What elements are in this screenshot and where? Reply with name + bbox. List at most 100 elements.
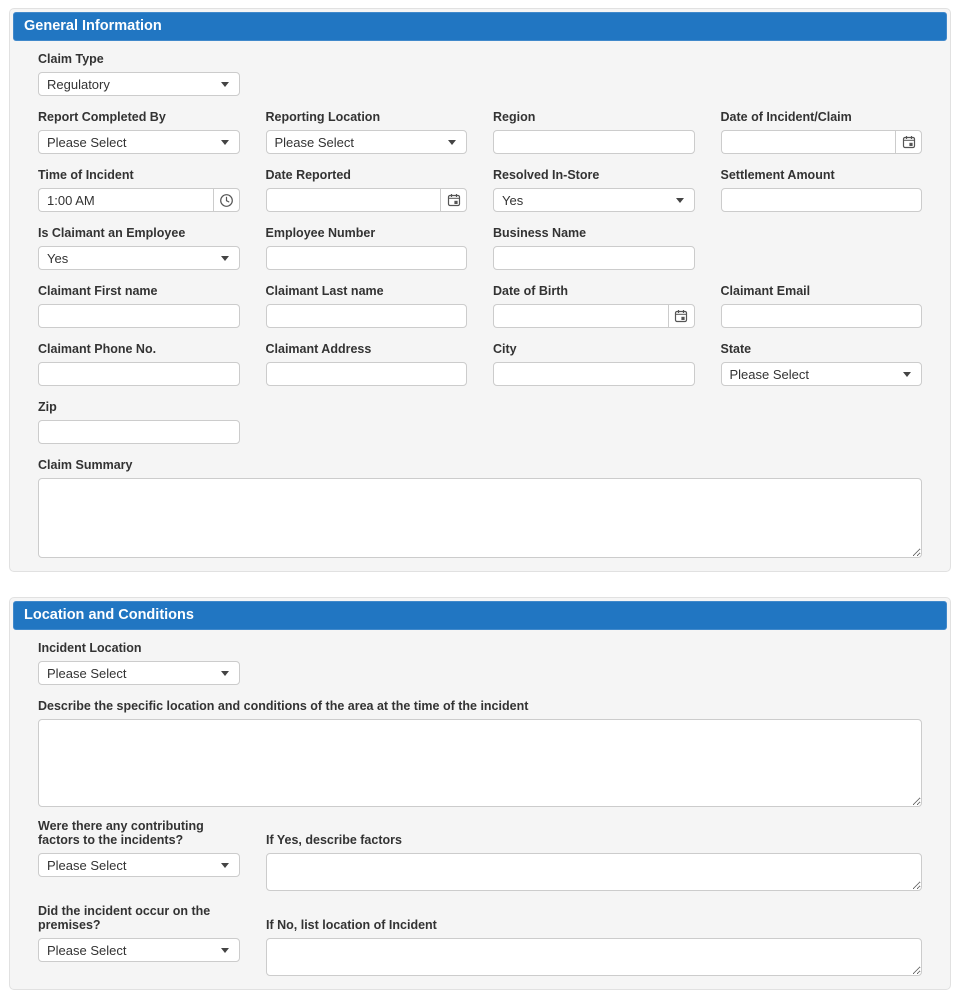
resolved-in-store-select-value: Yes: [502, 193, 523, 208]
field-report-completed-by: Report Completed By Please Select: [38, 108, 240, 154]
occur-on-premises-select[interactable]: Please Select: [38, 938, 240, 962]
employee-number-input[interactable]: [266, 246, 468, 270]
field-zip: Zip: [38, 398, 240, 444]
field-claim-type: Claim Type Regulatory: [38, 50, 240, 96]
field-claimant-last-name: Claimant Last name: [266, 282, 468, 328]
time-of-incident-clock-button[interactable]: [213, 188, 240, 212]
section-header-general: General Information: [13, 12, 947, 41]
is-claimant-employee-label: Is Claimant an Employee: [38, 226, 240, 240]
claimant-first-name-input[interactable]: [38, 304, 240, 328]
time-of-incident-label: Time of Incident: [38, 168, 240, 182]
occur-on-premises-label: Did the incident occur on the premises?: [38, 904, 240, 932]
general-panel-body: Claim Type Regulatory Report Completed B…: [13, 41, 947, 558]
state-select-value: Please Select: [730, 367, 810, 382]
resolved-in-store-select[interactable]: Yes: [493, 188, 695, 212]
is-claimant-employee-select[interactable]: Yes: [38, 246, 240, 270]
claimant-address-input[interactable]: [266, 362, 468, 386]
date-of-birth-calendar-button[interactable]: [668, 304, 695, 328]
is-claimant-employee-select-value: Yes: [47, 251, 68, 266]
zip-input[interactable]: [38, 420, 240, 444]
field-is-claimant-employee: Is Claimant an Employee Yes: [38, 224, 240, 270]
field-time-of-incident: Time of Incident: [38, 166, 240, 212]
field-incident-location: Incident Location Please Select: [38, 639, 240, 685]
claim-summary-label: Claim Summary: [38, 458, 922, 472]
field-date-of-birth: Date of Birth: [493, 282, 695, 328]
reporting-location-select-value: Please Select: [275, 135, 355, 150]
caret-down-icon: [221, 82, 229, 87]
caret-down-icon: [221, 256, 229, 261]
date-of-incident-calendar-button[interactable]: [895, 130, 922, 154]
if-no-location-textarea[interactable]: [266, 938, 922, 976]
describe-location-textarea[interactable]: [38, 719, 922, 807]
clock-icon: [219, 193, 234, 208]
city-label: City: [493, 342, 695, 356]
date-reported-input[interactable]: [266, 188, 441, 212]
claimant-first-name-label: Claimant First name: [38, 284, 240, 298]
claimant-email-input[interactable]: [721, 304, 923, 328]
business-name-input[interactable]: [493, 246, 695, 270]
resolved-in-store-label: Resolved In-Store: [493, 168, 695, 182]
claimant-email-label: Claimant Email: [721, 284, 923, 298]
field-reporting-location: Reporting Location Please Select: [266, 108, 468, 154]
claimant-last-name-label: Claimant Last name: [266, 284, 468, 298]
claimant-phone-label: Claimant Phone No.: [38, 342, 240, 356]
caret-down-icon: [221, 948, 229, 953]
employee-number-label: Employee Number: [266, 226, 468, 240]
report-completed-by-label: Report Completed By: [38, 110, 240, 124]
field-region: Region: [493, 108, 695, 154]
time-of-incident-input[interactable]: [38, 188, 213, 212]
claimant-phone-input[interactable]: [38, 362, 240, 386]
settlement-amount-input[interactable]: [721, 188, 923, 212]
field-claimant-email: Claimant Email: [721, 282, 923, 328]
date-reported-calendar-button[interactable]: [440, 188, 467, 212]
contributing-factors-select[interactable]: Please Select: [38, 853, 240, 877]
claimant-last-name-input[interactable]: [266, 304, 468, 328]
date-of-birth-input[interactable]: [493, 304, 668, 328]
row-contributing-factors: Were there any contributing factors to t…: [38, 819, 922, 891]
date-reported-label: Date Reported: [266, 168, 468, 182]
city-input[interactable]: [493, 362, 695, 386]
incident-location-select-value: Please Select: [47, 666, 127, 681]
state-select[interactable]: Please Select: [721, 362, 923, 386]
caret-down-icon: [448, 140, 456, 145]
caret-down-icon: [221, 863, 229, 868]
calendar-icon: [447, 193, 461, 207]
section-header-location: Location and Conditions: [13, 601, 947, 630]
reporting-location-select[interactable]: Please Select: [266, 130, 468, 154]
field-claimant-phone: Claimant Phone No.: [38, 340, 240, 386]
date-of-birth-label: Date of Birth: [493, 284, 695, 298]
field-date-of-incident: Date of Incident/Claim: [721, 108, 923, 154]
field-city: City: [493, 340, 695, 386]
region-label: Region: [493, 110, 695, 124]
field-describe-location: Describe the specific location and condi…: [38, 699, 922, 807]
field-resolved-in-store: Resolved In-Store Yes: [493, 166, 695, 212]
incident-location-select[interactable]: Please Select: [38, 661, 240, 685]
caret-down-icon: [676, 198, 684, 203]
describe-factors-label: If Yes, describe factors: [266, 833, 922, 847]
caret-down-icon: [221, 140, 229, 145]
describe-location-label: Describe the specific location and condi…: [38, 699, 922, 713]
claim-summary-textarea[interactable]: [38, 478, 922, 558]
field-state: State Please Select: [721, 340, 923, 386]
date-of-incident-input[interactable]: [721, 130, 896, 154]
describe-factors-textarea[interactable]: [266, 853, 922, 891]
report-completed-by-select[interactable]: Please Select: [38, 130, 240, 154]
claim-type-select[interactable]: Regulatory: [38, 72, 240, 96]
location-panel-body: Incident Location Please Select Describe…: [13, 630, 947, 976]
occur-on-premises-select-value: Please Select: [47, 943, 127, 958]
if-no-location-label: If No, list location of Incident: [266, 918, 922, 932]
region-input[interactable]: [493, 130, 695, 154]
general-information-panel: General Information Claim Type Regulator…: [9, 8, 951, 572]
caret-down-icon: [221, 671, 229, 676]
field-settlement-amount: Settlement Amount: [721, 166, 923, 212]
field-employee-number: Employee Number: [266, 224, 468, 270]
location-and-conditions-panel: Location and Conditions Incident Locatio…: [9, 597, 951, 990]
contributing-factors-select-value: Please Select: [47, 858, 127, 873]
calendar-icon: [674, 309, 688, 323]
field-claimant-address: Claimant Address: [266, 340, 468, 386]
field-claim-summary: Claim Summary: [38, 458, 922, 558]
zip-label: Zip: [38, 400, 240, 414]
report-completed-by-select-value: Please Select: [47, 135, 127, 150]
date-of-incident-label: Date of Incident/Claim: [721, 110, 923, 124]
field-claimant-first-name: Claimant First name: [38, 282, 240, 328]
